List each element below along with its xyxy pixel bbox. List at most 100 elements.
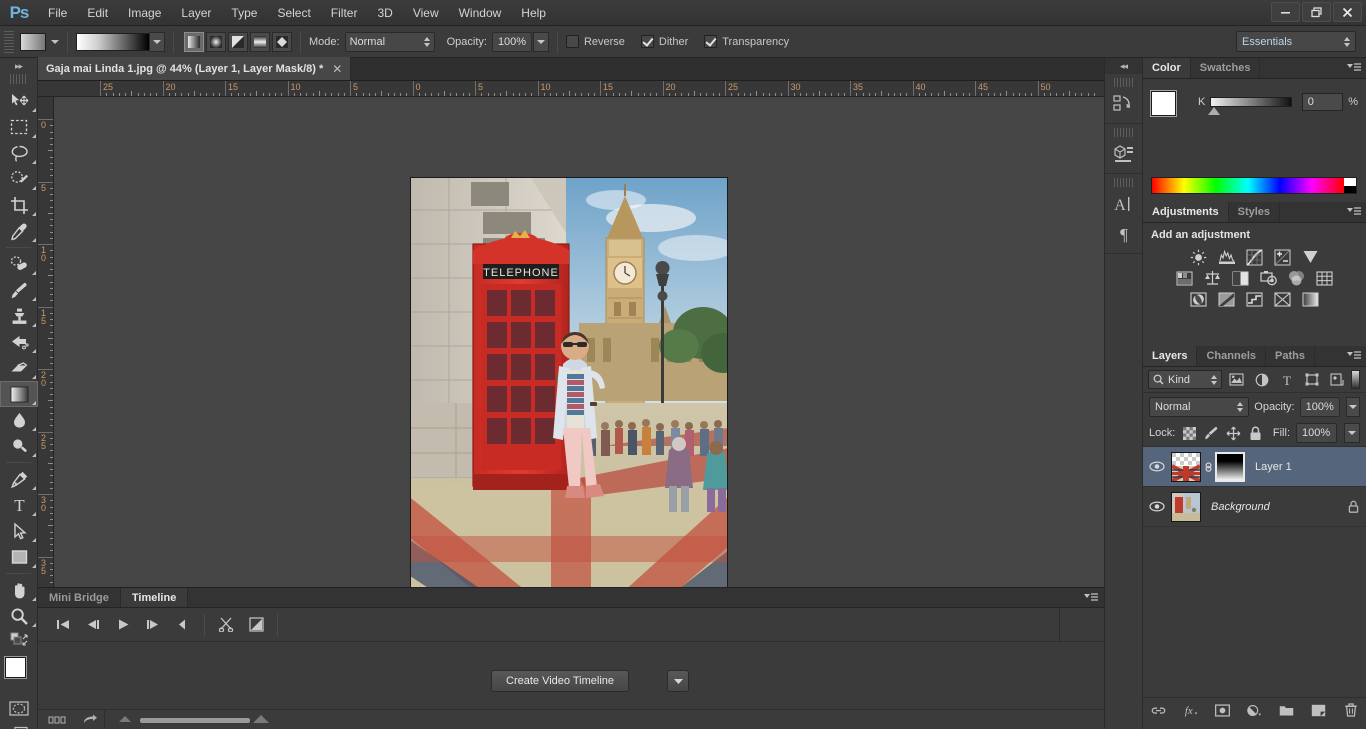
menu-help[interactable]: Help (511, 0, 556, 26)
add-layer-mask-icon[interactable] (1215, 702, 1230, 718)
diamond-gradient-icon[interactable] (272, 31, 292, 52)
restore-button[interactable] (1302, 2, 1331, 22)
create-timeline-chevron-down-icon[interactable] (667, 670, 689, 692)
layer-opacity-chevron-down-icon[interactable] (1345, 396, 1360, 417)
hue-saturation-icon[interactable] (1175, 269, 1195, 287)
channel-mixer-icon[interactable] (1287, 269, 1307, 287)
lock-image-pixels-icon[interactable] (1203, 424, 1219, 442)
new-layer-icon[interactable] (1311, 702, 1326, 718)
new-group-icon[interactable] (1279, 702, 1294, 718)
crop-tool[interactable] (0, 192, 38, 218)
lock-position-icon[interactable] (1225, 424, 1241, 442)
quick-selection-tool-flyout-icon[interactable] (32, 182, 36, 190)
angle-gradient-icon[interactable] (228, 31, 248, 52)
spot-healing-brush-tool[interactable] (0, 251, 38, 277)
dock-grip-2[interactable] (1114, 128, 1133, 137)
move-tool-flyout-icon[interactable] (32, 104, 36, 112)
options-bar-grip[interactable] (4, 30, 14, 53)
gradient-tool-preset-icon[interactable] (20, 32, 46, 51)
k-channel-slider-thumb[interactable] (1208, 107, 1221, 115)
tab-swatches[interactable]: Swatches (1191, 58, 1261, 78)
add-layer-style-icon[interactable]: fx (1183, 702, 1198, 718)
create-video-timeline-button[interactable]: Create Video Timeline (491, 670, 630, 692)
audio-button[interactable] (168, 613, 198, 637)
lock-transparent-pixels-icon[interactable] (1181, 424, 1197, 442)
layer-thumbnail[interactable] (1171, 451, 1201, 482)
tab-paths[interactable]: Paths (1266, 346, 1315, 366)
clone-stamp-tool[interactable] (0, 303, 38, 329)
posterize-icon[interactable] (1217, 290, 1237, 308)
go-to-first-frame-button[interactable] (48, 613, 78, 637)
next-frame-button[interactable] (138, 613, 168, 637)
transparency-checkbox-row[interactable]: Transparency (704, 35, 789, 48)
brightness-contrast-icon[interactable] (1189, 248, 1209, 266)
workspace-selector[interactable]: Essentials (1236, 31, 1356, 52)
eraser-tool-flyout-icon[interactable] (32, 371, 36, 379)
hand-tool[interactable] (0, 577, 38, 603)
gradient-tool-flyout-icon[interactable] (32, 397, 36, 405)
filter-pixel-icon[interactable] (1226, 370, 1247, 389)
tab-timeline[interactable]: Timeline (120, 588, 189, 607)
gradient-picker-chevron-down-icon[interactable] (149, 31, 165, 52)
layer-thumbnail[interactable] (1171, 491, 1201, 522)
filter-adjustment-icon[interactable] (1251, 370, 1272, 389)
menu-edit[interactable]: Edit (77, 0, 118, 26)
marquee-tool-flyout-icon[interactable] (32, 130, 36, 138)
lasso-tool[interactable] (0, 140, 38, 166)
menu-select[interactable]: Select (267, 0, 320, 26)
pen-tool-flyout-icon[interactable] (32, 482, 36, 490)
dodge-tool-flyout-icon[interactable] (32, 449, 36, 457)
timeline-share-icon[interactable] (76, 714, 104, 725)
previous-frame-button[interactable] (78, 613, 108, 637)
menu-3d[interactable]: 3D (367, 0, 402, 26)
quick-selection-tool[interactable] (0, 166, 38, 192)
character-panel-icon[interactable]: A (1105, 189, 1142, 219)
path-selection-tool[interactable] (0, 518, 38, 544)
selective-color-icon[interactable] (1273, 290, 1293, 308)
menu-filter[interactable]: Filter (321, 0, 368, 26)
type-tool-flyout-icon[interactable] (32, 508, 36, 516)
tools-collapse-button[interactable]: ▸▸ (0, 58, 37, 74)
minimize-button[interactable] (1271, 2, 1300, 22)
curves-icon[interactable] (1245, 248, 1265, 266)
rectangle-tool[interactable] (0, 544, 38, 570)
timeline-scrollbar[interactable] (104, 709, 1104, 729)
transition-button[interactable] (241, 613, 271, 637)
zoom-tool[interactable] (0, 603, 38, 629)
dock-grip-1[interactable] (1114, 78, 1133, 87)
color-panel-menu-icon[interactable] (1347, 63, 1361, 73)
new-fill-adjustment-icon[interactable] (1247, 702, 1262, 718)
layer-fill-input[interactable]: 100% (1296, 423, 1337, 443)
threshold-icon[interactable] (1245, 290, 1265, 308)
layer-name[interactable]: Background (1201, 501, 1340, 513)
eyedropper-tool[interactable] (0, 218, 38, 244)
color-balance-icon[interactable] (1203, 269, 1223, 287)
radial-gradient-icon[interactable] (206, 31, 226, 52)
close-icon[interactable]: ✕ (332, 62, 342, 76)
hand-tool-flyout-icon[interactable] (32, 593, 36, 601)
color-spectrum-gradient[interactable] (1152, 178, 1344, 193)
rectangular-marquee-tool[interactable] (0, 114, 38, 140)
color-spectrum-white-black[interactable] (1344, 178, 1356, 193)
transparency-checkbox[interactable] (704, 35, 718, 48)
k-channel-input[interactable]: 0 (1301, 93, 1344, 111)
menu-layer[interactable]: Layer (171, 0, 221, 26)
invert-icon[interactable] (1189, 290, 1209, 308)
play-button[interactable] (108, 613, 138, 637)
path-selection-tool-flyout-icon[interactable] (32, 534, 36, 542)
linear-gradient-icon[interactable] (184, 31, 204, 52)
foreground-color-swatch[interactable] (4, 656, 27, 679)
tab-adjustments[interactable]: Adjustments (1143, 202, 1229, 222)
menu-type[interactable]: Type (221, 0, 267, 26)
default-colors-button[interactable] (0, 629, 38, 651)
eraser-tool[interactable] (0, 355, 38, 381)
color-panel-foreground-swatch[interactable] (1150, 90, 1177, 117)
vibrance-icon[interactable] (1301, 248, 1321, 266)
3d-panel-icon[interactable] (1105, 139, 1142, 169)
dither-checkbox[interactable] (640, 35, 654, 48)
quick-mask-button[interactable] (0, 695, 38, 721)
dither-checkbox-row[interactable]: Dither (640, 35, 688, 48)
history-panel-icon[interactable] (1105, 89, 1142, 119)
blend-mode-select[interactable]: Normal (344, 31, 435, 52)
exposure-icon[interactable] (1273, 248, 1293, 266)
